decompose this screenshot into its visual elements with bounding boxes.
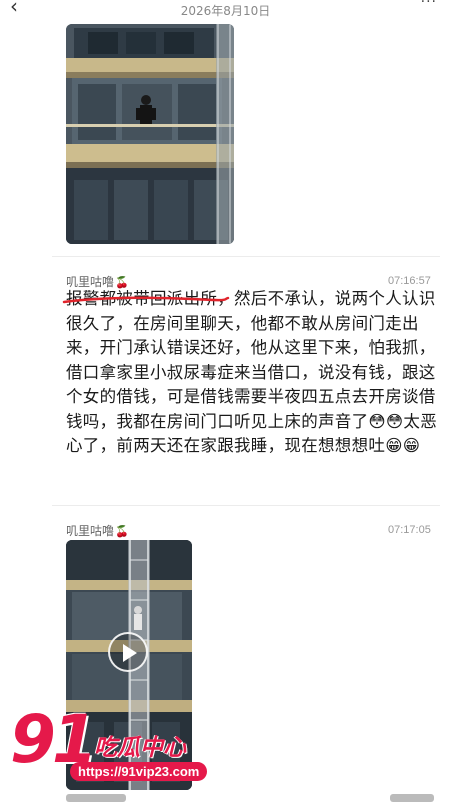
message-divider	[52, 505, 440, 506]
message-timestamp: 07:17:05	[388, 524, 431, 536]
watermark-url: https://91vip23.com	[70, 762, 208, 781]
sender-name-text: 叽里咕噜	[66, 524, 115, 538]
watermark: 91 吃瓜中心 https://91vip23.com	[10, 700, 230, 790]
watermark-brand: 吃瓜中心	[94, 735, 186, 761]
cherry-emoji: 🍒	[115, 525, 129, 538]
video-play-button[interactable]	[108, 632, 148, 672]
message-photo[interactable]	[66, 24, 234, 244]
sender-name: 叽里咕噜🍒	[66, 522, 129, 539]
message-divider	[52, 256, 440, 257]
next-sender-cutoff	[66, 794, 126, 802]
message-timestamp: 07:16:57	[388, 275, 431, 287]
play-icon	[123, 644, 137, 662]
building-balcony-photo	[66, 24, 234, 244]
date-header: 2026年8月10日	[180, 4, 271, 18]
message-text: 报警都被带回派出所，然后不承认，说两个人认识很久了，在房间里聊天，他都不敢从房间…	[66, 289, 438, 455]
top-bar: ‹ 2026年8月10日 ···	[0, 0, 451, 20]
next-timestamp-cutoff	[390, 794, 434, 802]
more-dots-icon[interactable]: ···	[421, 0, 437, 10]
